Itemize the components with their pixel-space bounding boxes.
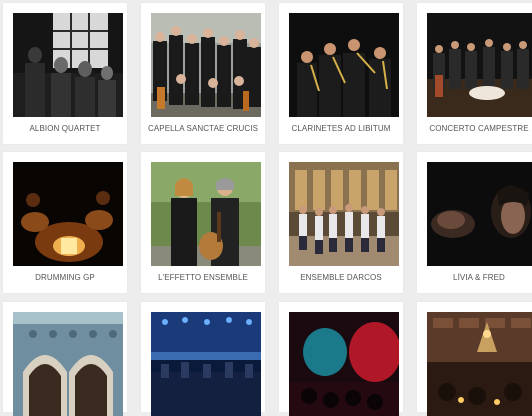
ensemble-photo[interactable] [13, 162, 123, 266]
ensemble-photo[interactable] [151, 312, 261, 416]
ensemble-card[interactable]: CAPELLA SANCTAE CRUCIS [141, 3, 265, 144]
ensemble-photo[interactable] [427, 13, 532, 117]
ensemble-photo[interactable] [151, 162, 261, 266]
ensemble-name[interactable]: CLARINETES AD LIBITUM [279, 124, 403, 133]
ensemble-card[interactable]: CLARINETES AD LIBITUM [279, 3, 403, 144]
ensemble-grid: ALBION QUARTET CAPELLA SANCTAE CRUCIS CL… [0, 0, 532, 416]
ensemble-card[interactable] [3, 302, 127, 416]
ensemble-name[interactable]: DRUMMING GP [3, 273, 127, 282]
ensemble-card[interactable]: DRUMMING GP [3, 152, 127, 293]
ensemble-photo[interactable] [289, 312, 399, 416]
ensemble-photo[interactable] [289, 162, 399, 266]
ensemble-photo[interactable] [151, 13, 261, 117]
ensemble-card[interactable]: ALBION QUARTET [3, 3, 127, 144]
ensemble-name[interactable]: CONCERTO CAMPESTRE [417, 124, 532, 133]
ensemble-card[interactable]: ENSEMBLE DARCOS [279, 152, 403, 293]
ensemble-name[interactable]: CAPELLA SANCTAE CRUCIS [141, 124, 265, 133]
ensemble-card[interactable]: LÍVIA & FRED [417, 152, 532, 293]
ensemble-photo[interactable] [13, 13, 123, 117]
ensemble-card[interactable]: CONCERTO CAMPESTRE [417, 3, 532, 144]
ensemble-card[interactable] [141, 302, 265, 416]
ensemble-name[interactable]: LÍVIA & FRED [417, 273, 532, 282]
ensemble-photo[interactable] [427, 162, 532, 266]
ensemble-card[interactable] [417, 302, 532, 416]
ensemble-card[interactable]: L'EFFETTO ENSEMBLE [141, 152, 265, 293]
ensemble-card[interactable] [279, 302, 403, 416]
ensemble-name[interactable]: ALBION QUARTET [3, 124, 127, 133]
ensemble-name[interactable]: L'EFFETTO ENSEMBLE [141, 273, 265, 282]
ensemble-photo[interactable] [289, 13, 399, 117]
ensemble-photo[interactable] [13, 312, 123, 416]
ensemble-name[interactable]: ENSEMBLE DARCOS [279, 273, 403, 282]
ensemble-photo[interactable] [427, 312, 532, 416]
